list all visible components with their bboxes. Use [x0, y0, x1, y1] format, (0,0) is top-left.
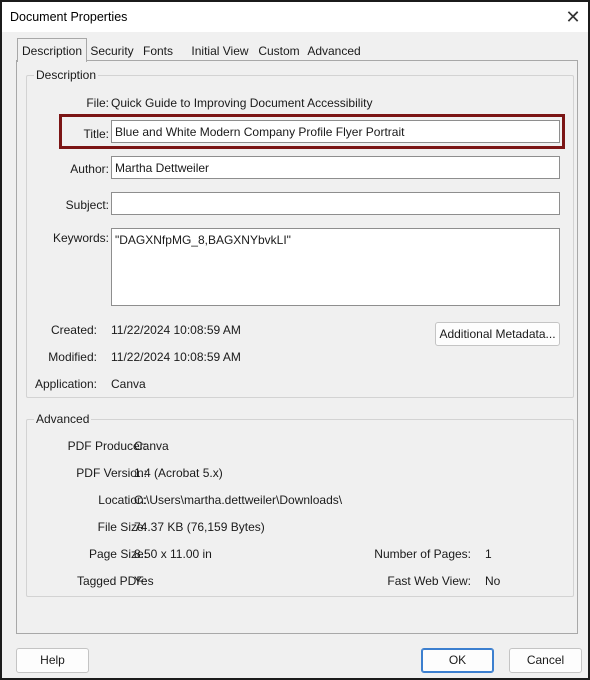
- created-value: 11/22/2024 10:08:59 AM: [111, 323, 241, 337]
- application-label: Application:: [34, 377, 97, 391]
- tab-custom[interactable]: Custom: [253, 40, 305, 61]
- author-field[interactable]: Martha Dettweiler: [111, 156, 560, 179]
- file-label: File:: [86, 96, 109, 110]
- cancel-button[interactable]: Cancel: [509, 648, 582, 673]
- tab-security[interactable]: Security: [87, 40, 137, 61]
- additional-metadata-button[interactable]: Additional Metadata...: [435, 322, 560, 346]
- advanced-group-title: Advanced: [34, 412, 92, 426]
- subject-label: Subject:: [65, 198, 109, 212]
- file-value: Quick Guide to Improving Document Access…: [111, 96, 373, 110]
- author-label: Author:: [70, 162, 109, 176]
- close-icon[interactable]: ✕: [560, 4, 586, 30]
- modified-value: 11/22/2024 10:08:59 AM: [111, 350, 241, 364]
- location-value: C:\Users\martha.dettweiler\Downloads\: [134, 493, 343, 507]
- number-of-pages-label: Number of Pages:: [374, 547, 471, 561]
- title-bar: Document Properties ✕: [2, 2, 588, 32]
- file-size-value: 74.37 KB (76,159 Bytes): [134, 520, 265, 534]
- tab-advanced[interactable]: Advanced: [305, 40, 363, 61]
- fast-web-view-label: Fast Web View:: [387, 574, 471, 588]
- help-button[interactable]: Help: [16, 648, 89, 673]
- tab-fonts[interactable]: Fonts: [137, 40, 179, 61]
- keywords-field[interactable]: "DAGXNfpMG_8,BAGXNYbvkLI": [111, 228, 560, 306]
- pdf-version-value: 1.4 (Acrobat 5.x): [134, 466, 223, 480]
- ok-button[interactable]: OK: [421, 648, 494, 673]
- dialog-title: Document Properties: [10, 10, 128, 24]
- fast-web-view-value: No: [485, 574, 501, 588]
- application-value: Canva: [111, 377, 146, 391]
- tab-description[interactable]: Description: [17, 38, 87, 62]
- page-size-value: 8.50 x 11.00 in: [134, 547, 212, 561]
- description-group-title: Description: [34, 68, 99, 82]
- created-label: Created:: [50, 323, 97, 337]
- tagged-pdf-value: Yes: [134, 574, 154, 588]
- title-highlight-box: [59, 114, 565, 149]
- number-of-pages-value: 1: [485, 547, 492, 561]
- advanced-group: Advanced PDF Producer: Canva PDF Version…: [26, 412, 574, 597]
- pdf-producer-value: Canva: [134, 439, 169, 453]
- keywords-label: Keywords:: [52, 231, 109, 245]
- tab-initial-view[interactable]: Initial View: [187, 40, 253, 61]
- document-properties-dialog: Document Properties ✕ Description Securi…: [0, 0, 590, 680]
- subject-field[interactable]: [111, 192, 560, 215]
- modified-label: Modified:: [48, 350, 97, 364]
